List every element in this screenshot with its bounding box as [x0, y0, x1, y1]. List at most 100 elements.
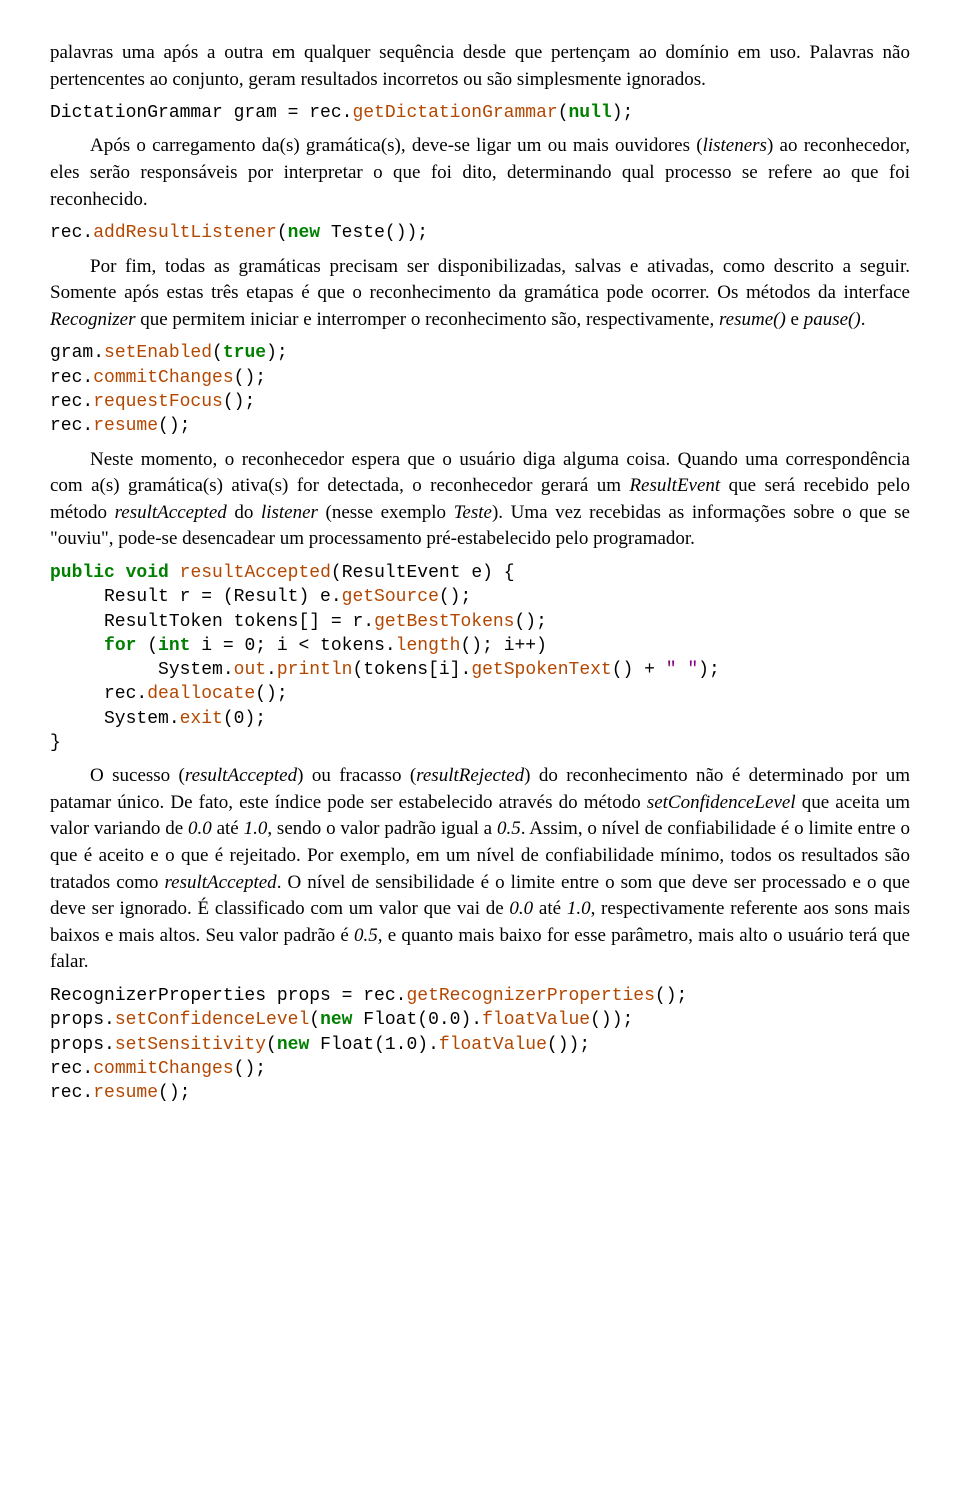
- code-keyword: for: [104, 636, 136, 656]
- code-text: }: [50, 733, 61, 753]
- text: (nesse exemplo: [318, 502, 454, 523]
- code-method: getBestTokens: [374, 612, 514, 632]
- code-text: rec.: [50, 392, 93, 412]
- text: do: [227, 502, 261, 523]
- code-method: out: [234, 660, 266, 680]
- code-method: getSpokenText: [471, 660, 611, 680]
- code-text: ();: [439, 587, 471, 607]
- code-method: println: [277, 660, 353, 680]
- code-text: Float(1.0).: [309, 1035, 439, 1055]
- italic-text: resume(): [719, 309, 786, 330]
- code-text: rec.: [50, 684, 147, 704]
- italic-text: resultAccepted: [185, 765, 297, 786]
- code-text: rec.: [50, 416, 93, 436]
- code-method: getDictationGrammar: [352, 103, 557, 123]
- code-text: rec.: [50, 368, 93, 388]
- text: que permitem iniciar e interromper o rec…: [135, 309, 718, 330]
- italic-text: listeners: [703, 135, 767, 156]
- italic-text: setConfidenceLevel: [647, 792, 796, 813]
- code-block-5: RecognizerProperties props = rec.getReco…: [50, 984, 910, 1105]
- code-method: addResultListener: [93, 223, 277, 243]
- code-method: setEnabled: [104, 343, 212, 363]
- code-text: );: [612, 103, 634, 123]
- code-method: commitChanges: [93, 368, 233, 388]
- code-text: ();: [655, 986, 687, 1006]
- code-keyword: new: [277, 1035, 309, 1055]
- code-keyword: new: [288, 223, 320, 243]
- code-method: floatValue: [482, 1010, 590, 1030]
- italic-text: 1.0: [567, 898, 591, 919]
- code-text: (: [277, 223, 288, 243]
- code-text: DictationGrammar gram = rec.: [50, 103, 352, 123]
- code-method: setSensitivity: [115, 1035, 266, 1055]
- code-text: [50, 636, 104, 656]
- code-block-4: public void resultAccepted(ResultEvent e…: [50, 561, 910, 755]
- code-text: (tokens[i].: [352, 660, 471, 680]
- code-keyword: void: [126, 563, 169, 583]
- italic-text: 0.0: [509, 898, 533, 919]
- code-text: ();: [515, 612, 547, 632]
- code-text: );: [698, 660, 720, 680]
- code-text: (: [266, 1035, 277, 1055]
- code-text: );: [266, 343, 288, 363]
- code-text: ();: [223, 392, 255, 412]
- text: .: [861, 309, 866, 330]
- code-method: resume: [93, 416, 158, 436]
- text: O sucesso (: [90, 765, 185, 786]
- code-text: System.: [50, 709, 180, 729]
- italic-text: pause(): [804, 309, 861, 330]
- paragraph-1: palavras uma após a outra em qualquer se…: [50, 40, 910, 93]
- code-keyword: int: [158, 636, 190, 656]
- code-text: ());: [590, 1010, 633, 1030]
- code-method: deallocate: [147, 684, 255, 704]
- code-string: " ": [666, 660, 698, 680]
- code-text: Teste());: [320, 223, 428, 243]
- italic-text: Teste: [454, 502, 492, 523]
- code-text: rec.: [50, 1083, 93, 1103]
- code-keyword: null: [569, 103, 612, 123]
- code-text: ();: [158, 1083, 190, 1103]
- italic-text: listener: [261, 502, 318, 523]
- code-text: ResultToken tokens[] = r.: [50, 612, 374, 632]
- code-text: System.: [50, 660, 234, 680]
- text: Após o carregamento da(s) gramática(s), …: [90, 135, 703, 156]
- code-method: requestFocus: [93, 392, 223, 412]
- code-method: commitChanges: [93, 1059, 233, 1079]
- code-method: resume: [93, 1083, 158, 1103]
- code-text: ();: [234, 368, 266, 388]
- italic-text: 1.0: [244, 818, 268, 839]
- code-text: .: [266, 660, 277, 680]
- code-block-3: gram.setEnabled(true); rec.commitChanges…: [50, 341, 910, 438]
- text: e: [786, 309, 804, 330]
- paragraph-5: O sucesso (resultAccepted) ou fracasso (…: [50, 763, 910, 976]
- code-text: props.: [50, 1010, 115, 1030]
- code-text: Result r = (Result) e.: [50, 587, 342, 607]
- code-method: length: [396, 636, 461, 656]
- text: até: [533, 898, 567, 919]
- code-keyword: true: [223, 343, 266, 363]
- code-text: Float(0.0).: [352, 1010, 482, 1030]
- code-method: floatValue: [439, 1035, 547, 1055]
- text: , sendo o valor padrão igual a: [267, 818, 497, 839]
- code-keyword: public: [50, 563, 115, 583]
- paragraph-4: Neste momento, o reconhecedor espera que…: [50, 447, 910, 553]
- code-text: (: [309, 1010, 320, 1030]
- code-text: () +: [612, 660, 666, 680]
- code-text: rec.: [50, 1059, 93, 1079]
- code-block-2: rec.addResultListener(new Teste());: [50, 221, 910, 245]
- code-block-1: DictationGrammar gram = rec.getDictation…: [50, 101, 910, 125]
- code-text: (); i++): [460, 636, 546, 656]
- italic-text: resultRejected: [416, 765, 524, 786]
- code-keyword: new: [320, 1010, 352, 1030]
- code-text: props.: [50, 1035, 115, 1055]
- code-text: [115, 563, 126, 583]
- code-method: resultAccepted: [180, 563, 331, 583]
- code-text: rec.: [50, 223, 93, 243]
- code-text: ();: [234, 1059, 266, 1079]
- italic-text: Recognizer: [50, 309, 135, 330]
- text: Por fim, todas as gramáticas precisam se…: [50, 256, 910, 304]
- code-text: (: [136, 636, 158, 656]
- italic-text: 0.5: [354, 925, 378, 946]
- code-method: exit: [180, 709, 223, 729]
- code-text: i = 0; i < tokens.: [190, 636, 395, 656]
